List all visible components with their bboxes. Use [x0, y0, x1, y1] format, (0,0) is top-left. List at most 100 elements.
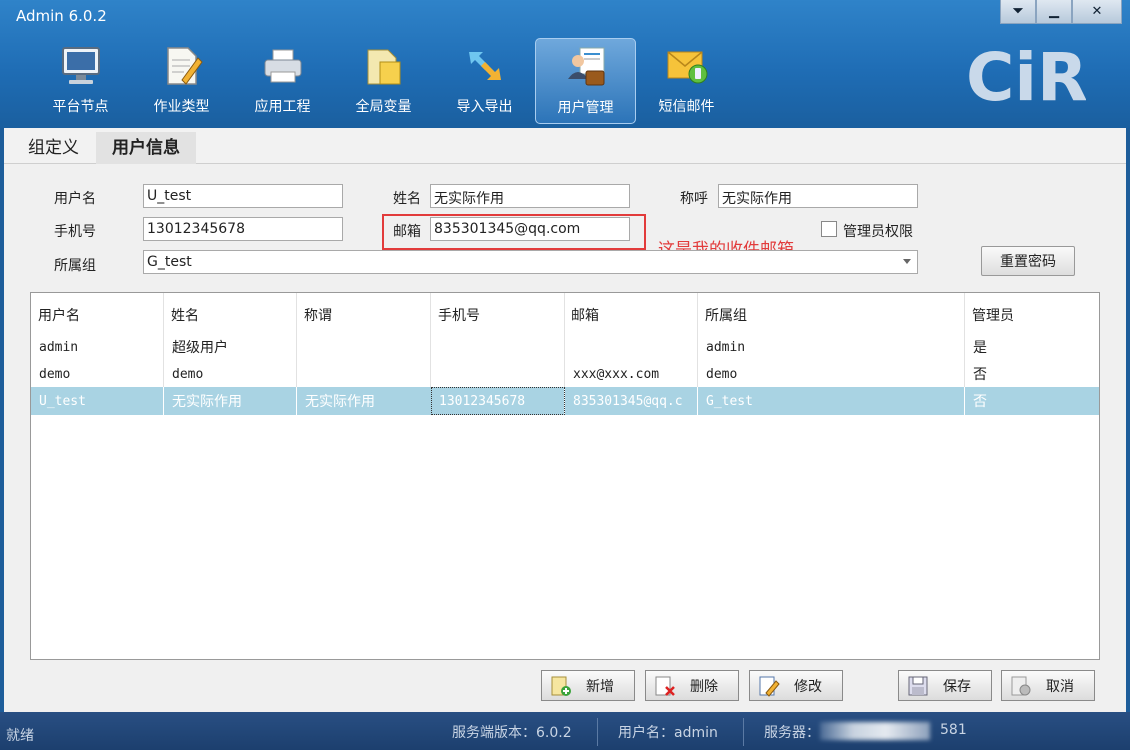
table-row-selected[interactable]: U_test 无实际作用 无实际作用 13012345678 835301345… [31, 387, 1099, 415]
cell-admin: 否 [973, 394, 987, 410]
toolbar-user-management[interactable]: 用户管理 [535, 38, 636, 124]
arrows-icon [468, 52, 501, 80]
toolbar-sms-email[interactable]: 短信邮件 [636, 38, 737, 124]
status-server-version: 服务端版本：6.0.2 [452, 725, 572, 741]
column-divider [296, 387, 297, 415]
minimize-icon: ▁ [1049, 4, 1059, 19]
group-select[interactable]: G_test [143, 250, 918, 274]
cell-name: demo [172, 367, 204, 382]
table-row[interactable]: demo demo xxx@xxx.com demo 否 [31, 360, 1099, 388]
toolbar-label: 平台节点 [52, 99, 109, 115]
save-button[interactable]: 保存 [898, 670, 992, 701]
status-server-label: 服务器： [764, 725, 820, 741]
cell-admin: 否 [973, 367, 987, 383]
edit-button[interactable]: 修改 [749, 670, 843, 701]
email-input[interactable]: 835301345@qq.com [430, 217, 630, 241]
save-button-label: 保存 [943, 678, 971, 695]
toolbar-label: 用户管理 [557, 100, 614, 116]
cell-group: admin [706, 340, 746, 355]
column-header-phone[interactable]: 手机号 [438, 305, 480, 325]
minimize-button[interactable]: ▁ [1036, 0, 1072, 24]
add-button[interactable]: 新增 [541, 670, 635, 701]
name-label: 姓名 [393, 191, 421, 207]
cancel-button[interactable]: 取消 [1001, 670, 1095, 701]
cell-username: admin [39, 340, 79, 355]
add-record-icon [551, 676, 571, 696]
edit-record-icon [759, 676, 780, 697]
tab-strip: 组定义 用户信息 [4, 128, 1126, 164]
toolbar-label: 应用工程 [254, 99, 311, 115]
username-input[interactable]: U_test [143, 184, 343, 208]
folder-document-icon [367, 49, 400, 85]
cell-email: xxx@xxx.com [573, 367, 660, 382]
cancel-icon [1011, 676, 1031, 695]
column-header-name[interactable]: 姓名 [171, 305, 199, 325]
group-select-value: G_test [147, 254, 192, 270]
envelope-phone-icon [667, 51, 707, 84]
cell-name: 无实际作用 [172, 394, 242, 410]
logo-text: CiR [966, 42, 1086, 106]
column-divider [964, 387, 965, 415]
column-header-email[interactable]: 邮箱 [571, 305, 599, 325]
reset-password-button[interactable]: 重置密码 [981, 246, 1075, 276]
edit-button-label: 修改 [794, 678, 822, 695]
monitor-icon [61, 47, 100, 84]
name-input[interactable]: 无实际作用 [430, 184, 630, 208]
title-label: 称呼 [680, 191, 708, 207]
cell-phone: 13012345678 [439, 394, 526, 409]
toolbar-label: 全局变量 [355, 99, 412, 115]
chevron-down-icon [903, 259, 911, 264]
window-title: Admin 6.0.2 [16, 7, 107, 25]
status-username: 用户名：admin [618, 725, 718, 741]
menu-dropdown-button[interactable]: ⏷ [1000, 0, 1036, 24]
email-label: 邮箱 [393, 224, 421, 240]
column-divider [163, 387, 164, 415]
tab-group-definition[interactable]: 组定义 [12, 132, 95, 164]
cir-logo: CiR [966, 42, 1086, 106]
main-toolbar: 平台节点 作业类型 应用工程 全局变量 导入导出 用户管理 短信邮件 [30, 38, 737, 124]
cell-admin: 是 [973, 340, 987, 356]
column-header-admin[interactable]: 管理员 [972, 305, 1014, 325]
tab-user-info[interactable]: 用户信息 [96, 132, 196, 164]
status-separator [597, 718, 598, 746]
user-info-panel: 用户名 U_test 姓名 无实际作用 称呼 无实际作用 手机号 1301234… [4, 164, 1126, 712]
phone-label: 手机号 [54, 224, 96, 240]
printer-icon [264, 49, 301, 83]
toolbar-platform-nodes[interactable]: 平台节点 [30, 38, 131, 124]
title-input[interactable]: 无实际作用 [718, 184, 918, 208]
table-row[interactable]: admin 超级用户 admin 是 [31, 333, 1099, 361]
delete-button-label: 删除 [690, 678, 718, 695]
cell-username: U_test [39, 394, 86, 409]
column-divider [697, 387, 698, 415]
column-header-title[interactable]: 称谓 [304, 305, 332, 325]
phone-input[interactable]: 13012345678 [143, 217, 343, 241]
username-label: 用户名 [54, 191, 96, 207]
chevron-down-icon: ⏷ [1012, 4, 1024, 19]
close-icon: ✕ [1091, 4, 1103, 19]
window-controls: ⏷ ▁ ✕ [1000, 0, 1122, 24]
cancel-button-label: 取消 [1046, 678, 1074, 695]
status-separator [743, 718, 744, 746]
admin-permission-checkbox[interactable] [821, 221, 837, 237]
app-header: Admin 6.0.2 ⏷ ▁ ✕ 平台节点 作业类型 应用工程 全局变量 导入… [0, 0, 1130, 128]
close-button[interactable]: ✕ [1072, 0, 1122, 24]
toolbar-label: 短信邮件 [658, 99, 715, 115]
status-bar: 就绪 服务端版本：6.0.2 用户名：admin 服务器： 581 [0, 712, 1130, 750]
add-button-label: 新增 [586, 678, 614, 695]
admin-permission-label: 管理员权限 [843, 224, 913, 240]
cell-name: 超级用户 [172, 340, 228, 356]
toolbar-label: 导入导出 [456, 99, 513, 115]
user-briefcase-icon [567, 47, 604, 86]
toolbar-app-projects[interactable]: 应用工程 [232, 38, 333, 124]
column-header-username[interactable]: 用户名 [38, 305, 80, 325]
toolbar-import-export[interactable]: 导入导出 [434, 38, 535, 124]
column-header-group[interactable]: 所属组 [705, 305, 747, 325]
document-pencil-icon [166, 47, 203, 85]
cell-email: 835301345@qq.c [573, 394, 683, 409]
redacted-server-address [820, 722, 930, 740]
cell-title: 无实际作用 [305, 394, 375, 410]
delete-button[interactable]: 删除 [645, 670, 739, 701]
toolbar-job-types[interactable]: 作业类型 [131, 38, 232, 124]
toolbar-global-variables[interactable]: 全局变量 [333, 38, 434, 124]
save-icon [908, 676, 928, 695]
